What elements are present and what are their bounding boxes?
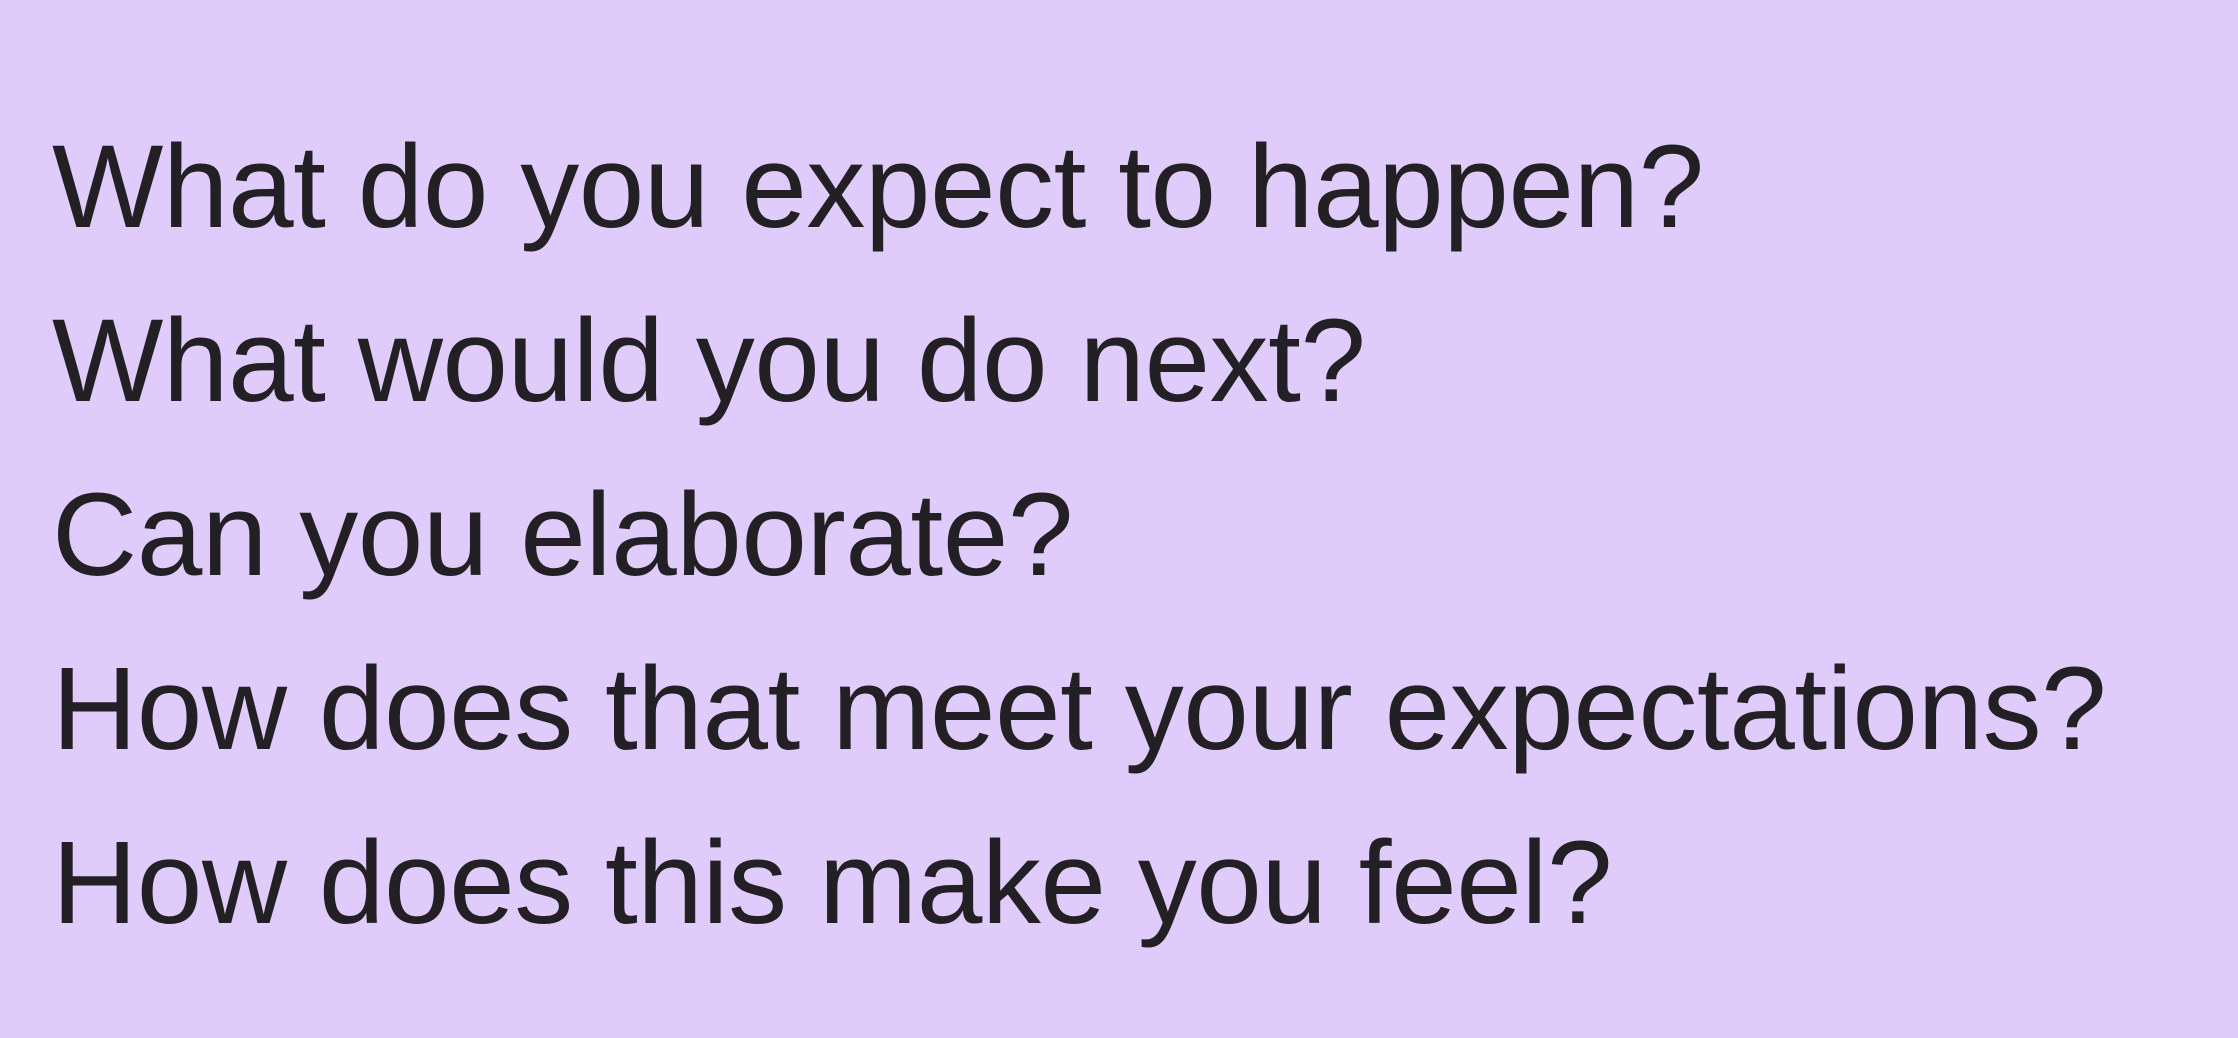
question-expectations: How does that meet your expectations? <box>52 643 2107 775</box>
question-feel: How does this make you feel? <box>52 817 1613 949</box>
question-list: What do you expect to happen? What would… <box>52 100 2107 970</box>
question-next: What would you do next? <box>52 295 1366 427</box>
question-elaborate: Can you elaborate? <box>52 469 1073 601</box>
question-expect: What do you expect to happen? <box>52 121 1704 253</box>
